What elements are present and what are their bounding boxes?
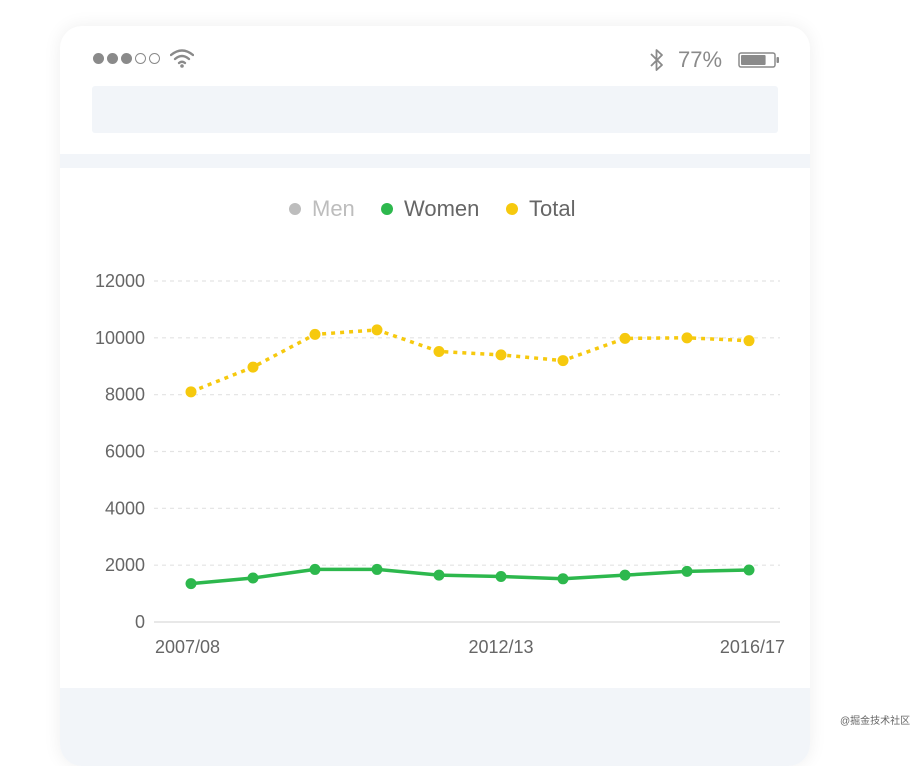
data-point-women	[433, 569, 445, 581]
data-point-total	[309, 328, 321, 340]
data-point-total	[743, 335, 755, 347]
data-point-women	[743, 564, 755, 576]
x-tick-label: 2016/17	[720, 637, 785, 657]
y-tick-label: 0	[135, 612, 145, 632]
data-point-total	[495, 349, 507, 361]
data-point-total	[433, 345, 445, 357]
y-tick-label: 4000	[105, 498, 145, 518]
x-tick-label: 2012/13	[468, 637, 533, 657]
data-point-women	[619, 569, 631, 581]
data-point-total	[185, 386, 197, 398]
series-line-women	[190, 567, 750, 586]
data-point-women	[557, 573, 569, 585]
data-point-women	[495, 571, 507, 583]
data-point-total	[681, 332, 693, 344]
data-point-total	[619, 332, 631, 344]
series-line-total	[190, 328, 750, 394]
data-point-total	[371, 324, 383, 336]
x-tick-label: 2007/08	[155, 637, 220, 657]
watermark-text: @掘金技术社区	[840, 716, 911, 727]
y-tick-label: 2000	[105, 555, 145, 575]
data-point-women	[247, 572, 259, 584]
y-tick-label: 8000	[105, 385, 145, 405]
data-point-total	[247, 361, 259, 373]
data-point-total	[557, 355, 569, 367]
data-point-women	[681, 565, 693, 577]
data-point-women	[371, 563, 383, 575]
y-tick-label: 12000	[95, 271, 145, 291]
y-tick-label: 6000	[105, 442, 145, 462]
data-point-women	[185, 578, 197, 590]
y-tick-label: 10000	[95, 328, 145, 348]
data-point-women	[309, 563, 321, 575]
line-chart: 0 2000 4000 6000 8000 10000 12000 2007/08 2012/1…	[95, 271, 785, 657]
